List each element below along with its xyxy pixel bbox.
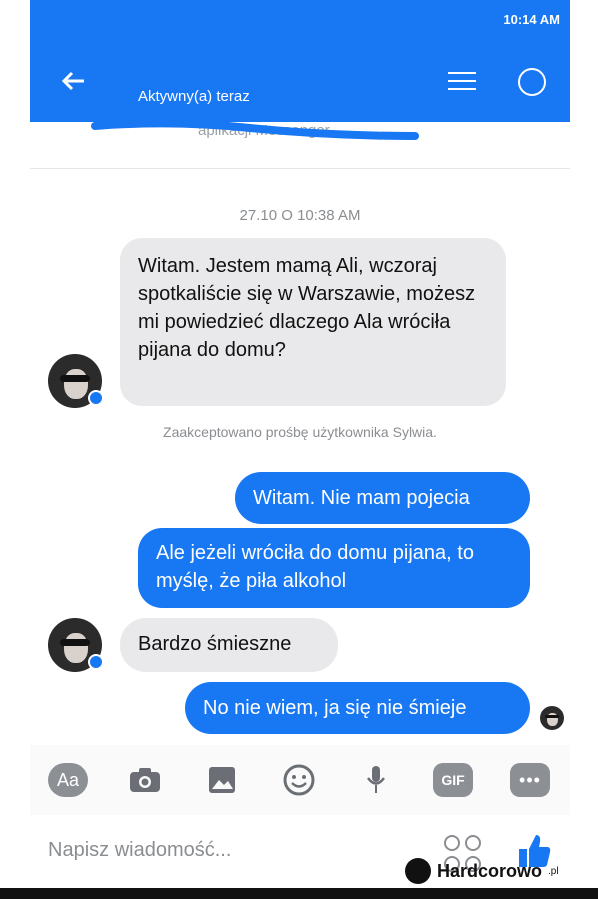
watermark-brand: Hardcorowo <box>437 860 543 881</box>
message-bubble-outgoing[interactable]: No nie wiem, ja się nie śmieje <box>185 682 530 734</box>
messenger-badge-icon <box>88 654 104 670</box>
message-input[interactable]: Napisz wiadomość... <box>48 839 388 869</box>
watermark: Hardcorowo .pl <box>405 858 559 884</box>
emoji-icon[interactable] <box>279 763 319 797</box>
messenger-screen: 10:14 AM Aktywny(a) teraz aplikacji Mess… <box>30 0 570 899</box>
bottom-bar <box>0 888 598 899</box>
redaction-scribble <box>91 119 419 140</box>
status-time: 10:14 AM <box>503 12 560 27</box>
image-icon[interactable] <box>202 763 242 797</box>
header-divider <box>30 168 570 169</box>
skull-icon <box>405 858 431 884</box>
message-bubble-incoming[interactable]: Bardzo śmieszne <box>120 618 338 672</box>
more-button[interactable]: ••• <box>510 763 550 797</box>
message-bubble-incoming[interactable]: Witam. Jestem mamą Ali, wczoraj spotkali… <box>120 238 506 406</box>
text-format-button[interactable]: Aa <box>48 763 88 797</box>
message-bubble-outgoing[interactable]: Ale jeżeli wróciła do domu pijana, to my… <box>138 528 530 608</box>
info-icon[interactable] <box>518 68 546 96</box>
system-message: Zaakceptowano prośbę użytkownika Sylwia. <box>163 424 437 440</box>
status-bar: 10:14 AM <box>30 0 570 36</box>
message-bubble-outgoing[interactable]: Witam. Nie mam pojecia <box>235 472 530 524</box>
presence-status: Aktywny(a) teraz <box>138 88 250 105</box>
gif-button[interactable]: GIF <box>433 763 473 797</box>
seen-avatar <box>540 706 564 730</box>
messenger-badge-icon <box>88 390 104 406</box>
mic-icon[interactable] <box>356 763 396 797</box>
conversation-header: Aktywny(a) teraz <box>30 36 570 122</box>
composer-toolbar: Aa GIF ••• <box>30 745 570 815</box>
back-arrow-icon[interactable] <box>58 66 88 96</box>
camera-icon[interactable] <box>125 763 165 797</box>
watermark-tld: .pl <box>548 865 559 877</box>
menu-icon[interactable] <box>448 72 476 92</box>
message-timestamp: 27.10 O 10:38 AM <box>239 207 361 224</box>
